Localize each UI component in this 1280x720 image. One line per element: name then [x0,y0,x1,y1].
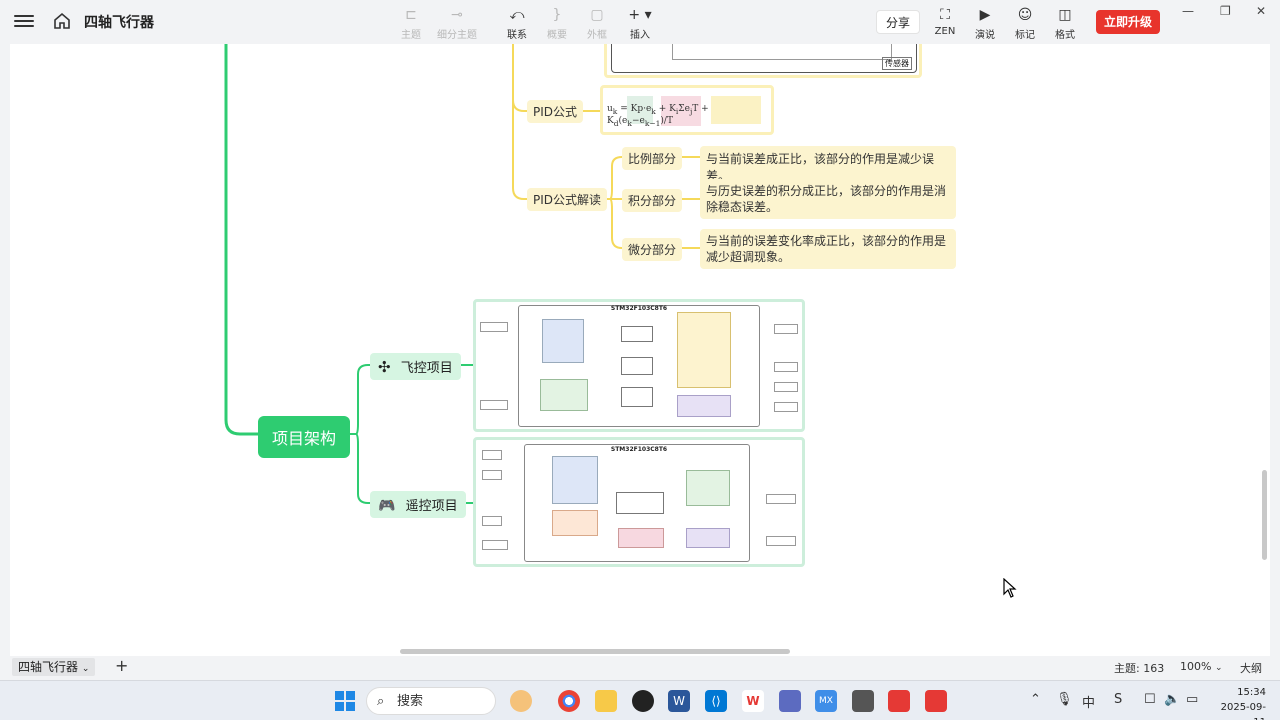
add-sheet-button[interactable]: + [115,656,128,675]
close-icon[interactable]: ✕ [1256,4,1266,18]
menu-icon[interactable] [14,12,34,32]
insert-button[interactable]: + ▾ 插入 [615,6,665,41]
insert-label: 插入 [630,30,650,41]
search-icon: ⌕ [377,694,385,709]
format-label: 格式 [1055,30,1075,41]
zen-label: ZEN [934,26,956,37]
maximize-icon[interactable]: ❐ [1220,4,1231,18]
system-clock[interactable]: 15:34 2025-09-11 [1212,685,1266,720]
mindmap-canvas[interactable]: 传感器 PID公式 uk = Kp·ek + KiΣejT + Kd(ek−ek… [10,44,1270,656]
gamepad-icon: 🎮 [378,498,396,514]
windows-start-icon[interactable] [334,690,356,712]
camera-icon[interactable] [852,690,874,712]
battery-icon[interactable]: ▭ [1186,692,1198,707]
format-icon: ◫ [1058,7,1072,23]
subtopic-button[interactable]: ⊸ 细分主题 [432,6,482,41]
horizontal-scrollbar[interactable] [400,649,790,654]
flight-control-diagram[interactable]: STM32F103C8T6 [473,299,805,432]
summary-label: 概要 [547,30,567,41]
remote-control-label: 遥控项目 [405,499,458,514]
word-icon[interactable]: W [668,690,690,712]
integral-desc[interactable]: 与历史误差的积分成正比，该部分的作用是消除稳态误差。 [700,179,956,219]
chevron-up-icon[interactable]: ⌃ [1030,692,1041,707]
topic-label: 主题 [401,30,421,41]
pid-interpret-node[interactable]: PID公式解读 [527,188,608,211]
clock-date: 2025-09-11 [1220,702,1266,720]
marker-label: 标记 [1015,30,1035,41]
remote-diagram-title: STM32F103C8T6 [610,446,668,453]
sensor-label: 传感器 [882,57,912,70]
remote-control-diagram[interactable]: STM32F103C8T6 [473,437,805,567]
flight-control-label: 飞控项目 [400,361,453,376]
top-toolbar: 四轴飞行器 ⊏ 主题 ⊸ 细分主题 ⤺ 联系 } 概要 ▢ 外框 + ▾ 插入 … [0,0,1280,44]
root-node[interactable]: 项目架构 [258,416,351,458]
file-explorer-icon[interactable] [595,690,617,712]
wps-icon[interactable]: W [742,690,764,712]
pid-formula-node[interactable]: PID公式 [527,100,584,123]
network-icon[interactable]: ☐ [1144,692,1156,707]
upgrade-button[interactable]: 立即升级 [1096,10,1160,34]
chevron-down-icon: ⌄ [1214,663,1223,673]
chrome-icon[interactable] [558,690,580,712]
volume-icon[interactable]: 🔈 [1164,692,1180,707]
clock-time: 15:34 [1237,687,1266,698]
pid-formula-image[interactable]: uk = Kp·ek + KiΣejT + Kd(ek−ek−1)/T [600,85,774,135]
subtopic-label: 细分主题 [437,30,477,41]
derivative-node[interactable]: 微分部分 [622,238,683,261]
format-button[interactable]: ◫ 格式 [1040,6,1090,41]
flight-diagram-title: STM32F103C8T6 [610,305,668,312]
derivative-desc[interactable]: 与当前的误差变化率成正比，该部分的作用是减少超调现象。 [700,229,956,269]
windows-taskbar: ⌕ 搜索 W ⟨⟩ W MX ⌃ 🎙 中 S ☐ 🔈 ▭ 15:34 2025-… [0,680,1280,720]
subtopic-icon: ⊸ [451,7,463,23]
home-icon[interactable] [52,11,72,31]
chevron-down-icon: ⌄ [81,664,90,674]
remote-control-node[interactable]: 🎮 遥控项目 [370,491,466,518]
zoom-value: 100% [1180,660,1212,673]
relation-label: 联系 [507,30,527,41]
tea-app-icon[interactable] [510,690,532,712]
share-button[interactable]: 分享 [876,10,920,34]
sheet-tab-label: 四轴飞行器 [18,660,79,674]
obs-icon[interactable] [632,690,654,712]
sheet-bar: 四轴飞行器 ⌄ + 主题: 163 100% ⌄ 大纲 [0,656,1280,680]
xmind-active-icon[interactable] [925,690,947,712]
pid-diagram-image[interactable]: 传感器 [604,44,922,78]
minimize-icon[interactable]: — [1182,4,1194,18]
mouse-cursor-icon [1003,577,1017,602]
microphone-icon[interactable]: 🎙 [1056,692,1073,707]
zoom-level[interactable]: 100% ⌄ [1180,660,1223,673]
integral-node[interactable]: 积分部分 [622,189,683,212]
proportional-node[interactable]: 比例部分 [622,147,683,170]
taskbar-search[interactable]: ⌕ 搜索 [366,687,496,715]
document-title[interactable]: 四轴飞行器 [84,12,154,32]
search-placeholder: 搜索 [397,694,424,709]
topic-icon: ⊏ [405,7,417,23]
topic-count: 主题: 163 [1114,662,1165,675]
sheet-tab[interactable]: 四轴飞行器 ⌄ [12,658,96,676]
pitch-label: 演说 [975,30,995,41]
outline-view-button[interactable]: 大纲 [1240,660,1262,676]
flight-control-node[interactable]: ✣ 飞控项目 [370,353,461,380]
vertical-scrollbar[interactable] [1262,470,1267,560]
drone-icon: ✣ [378,358,391,376]
insert-icon: + ▾ [628,7,652,23]
topic-button[interactable]: ⊏ 主题 [386,6,436,41]
xmind-icon[interactable] [888,690,910,712]
pid-formula-text: uk = Kp·ek + KiΣejT + Kd(ek−ek−1)/T [607,104,709,128]
wps-tray-icon[interactable]: S [1114,692,1122,707]
input-method-icon[interactable]: 中 [1082,692,1095,711]
vscode-icon[interactable]: ⟨⟩ [705,690,727,712]
mx-icon[interactable]: MX [815,690,837,712]
building-app-icon[interactable] [779,690,801,712]
boundary-label: 外框 [587,30,607,41]
